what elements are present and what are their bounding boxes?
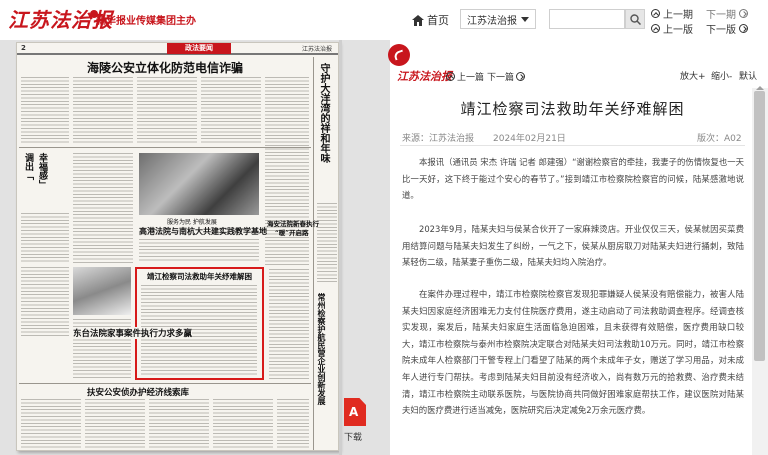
download-label: 下载 <box>344 433 363 443</box>
text-column <box>317 203 337 283</box>
text-column <box>137 77 197 145</box>
text-column <box>265 77 309 267</box>
text-column <box>73 77 133 145</box>
search-input[interactable] <box>549 9 625 29</box>
row-divider <box>19 383 311 384</box>
text-column <box>201 77 261 145</box>
article-source: 来源：江苏法治报 <box>402 134 475 144</box>
text-column <box>21 77 69 145</box>
headline-left-vertical-2[interactable]: 幸福感」 <box>37 153 47 189</box>
prev-article-label: 上一篇 <box>457 73 485 83</box>
text-column <box>277 399 309 449</box>
chevron-up-circle-icon <box>651 9 660 18</box>
headline-right-vertical[interactable]: 守护大洋湾的祥和年味 <box>317 63 329 163</box>
scroll-up-arrow-icon[interactable] <box>756 86 764 90</box>
search-button[interactable] <box>625 9 645 29</box>
article-paragraph: 2023年9月，陆某夫妇与侯某合伙开了一家麻辣烫店。开业仅仅三天，侯某就因买菜费… <box>402 224 744 268</box>
headline-left-vertical-1[interactable]: 调出「 <box>23 153 33 180</box>
chevron-right-circle-icon <box>739 24 748 33</box>
prev-article-link[interactable]: 上一篇 <box>446 70 484 83</box>
prev-page-label: 上一版 <box>663 25 693 36</box>
home-label: 首页 <box>427 14 449 27</box>
article-paragraph: 在案件办理过程中，靖江市检察院检察官发现犯罪嫌疑人侯某没有赔偿能力，被害人陆某夫… <box>402 289 744 416</box>
news-photo[interactable] <box>139 153 259 215</box>
text-column <box>21 213 69 263</box>
paper-header: 2 政法要闻 江苏法治报 <box>17 43 338 55</box>
chevron-left-circle-icon <box>446 72 455 81</box>
paper-section-label: 政法要闻 <box>167 43 231 54</box>
text-column <box>213 399 273 449</box>
chevron-right-circle-icon <box>739 9 748 18</box>
headline-bottom-left[interactable]: 东台法院家事案件执行力求多赢 <box>73 327 193 339</box>
headline-bottom[interactable]: 扶安公安侦办护经济线索库 <box>87 386 189 398</box>
zoom-in-button[interactable]: 放大+ <box>680 69 706 82</box>
headline-top[interactable]: 海陵公安立体化防范电信诈骗 <box>87 59 243 76</box>
default-size-button[interactable]: 默认 <box>739 69 757 82</box>
meta-divider <box>400 145 745 146</box>
text-column <box>269 269 309 379</box>
text-column <box>73 153 133 263</box>
paper-page-number: 2 <box>21 44 26 52</box>
next-article-link[interactable]: 下一篇 <box>487 70 526 83</box>
headline-right-box-2[interactable]: “暖”开启路 <box>275 227 308 237</box>
panel-divider <box>339 40 342 455</box>
text-column <box>21 399 81 449</box>
prev-page-link[interactable]: 上一版 <box>651 21 693 36</box>
publisher-label: 新华报业传媒集团主办 <box>96 16 196 27</box>
text-column <box>85 399 145 449</box>
newspaper-page[interactable]: 2 政法要闻 江苏法治报 海陵公安立体化防范电信诈骗 守护大洋湾的祥和年味 调出… <box>16 42 339 451</box>
top-bar: 江苏法治报 新华报业传媒集团主办 首页 江苏法治报 上一期 下一期 上一版 下一… <box>0 0 768 40</box>
article-edition: 版次：A02 <box>697 134 742 144</box>
prev-issue-link[interactable]: 上一期 <box>651 6 693 21</box>
article-paragraph: 本报讯（通讯员 宋杰 许瑞 记者 郎建强）“谢谢检察官的牵挂，我妻子的伤情恢复也… <box>402 157 744 201</box>
headline-court[interactable]: 高港法院与南杭大共建实践教学基地 <box>139 226 267 237</box>
pdf-glyph: A <box>349 405 359 419</box>
chevron-right-circle-icon <box>516 72 526 81</box>
chevron-up-circle-icon <box>651 24 660 33</box>
text-column <box>139 239 259 263</box>
column-divider <box>313 57 314 450</box>
pdf-download-button[interactable]: A 下载 <box>339 398 371 443</box>
article-title: 靖江检察司法救助年关纾难解困 <box>460 100 685 118</box>
headline-boxed[interactable]: 靖江检察司法救助年关纾难解困 <box>147 271 252 282</box>
prev-issue-label: 上一期 <box>663 10 693 21</box>
article-date: 2024年02月21日 <box>493 134 566 144</box>
search-icon <box>629 13 641 25</box>
next-issue-link[interactable]: 下一期 <box>706 6 748 21</box>
chevron-down-icon <box>521 16 529 22</box>
next-article-label: 下一篇 <box>487 73 515 83</box>
text-column <box>21 267 69 337</box>
next-issue-label: 下一期 <box>706 10 736 21</box>
photo-caption: 服务为民 护航发展 <box>167 219 217 226</box>
article-mini-logo: 江苏法治报 <box>397 70 452 83</box>
home-icon <box>412 14 424 26</box>
news-photo-small[interactable] <box>73 267 131 315</box>
paper-masthead-small: 江苏法治报 <box>301 46 332 53</box>
zoom-out-button[interactable]: 缩小- <box>711 69 732 82</box>
next-page-label: 下一版 <box>706 25 736 36</box>
edition-select[interactable]: 江苏法治报 <box>460 9 536 29</box>
pdf-icon: A <box>344 398 366 426</box>
edition-select-value: 江苏法治报 <box>467 15 517 27</box>
article-scrollbar-thumb[interactable] <box>754 91 765 361</box>
home-link[interactable]: 首页 <box>412 12 449 28</box>
row-divider <box>19 147 311 148</box>
back-arrow-icon[interactable] <box>388 44 410 66</box>
text-column <box>149 399 209 449</box>
headline-right-vertical-2[interactable]: 常州检察护航民营企业创新发展 <box>317 293 327 405</box>
next-page-link[interactable]: 下一版 <box>706 21 748 36</box>
